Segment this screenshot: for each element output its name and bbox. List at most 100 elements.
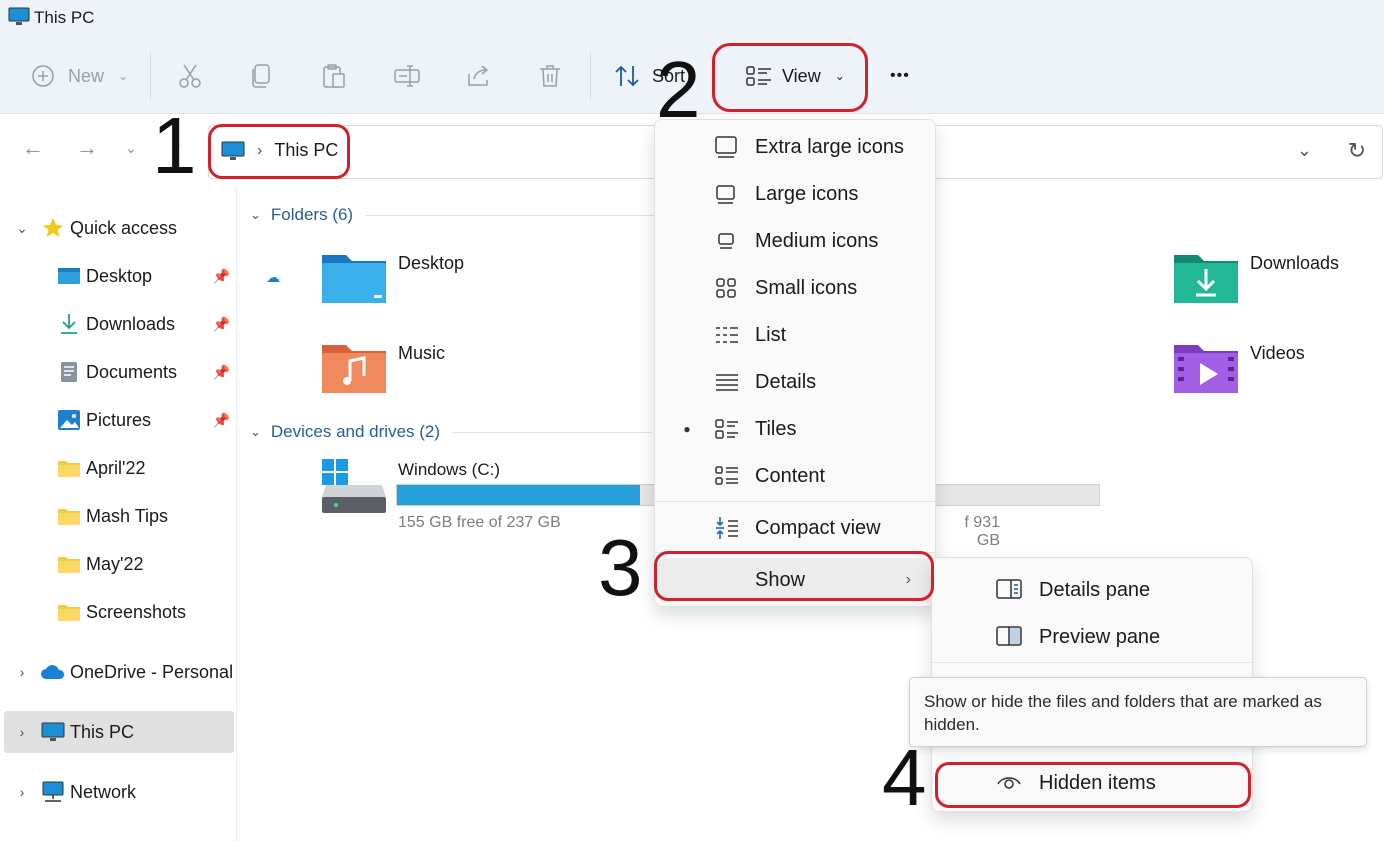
sidebar-item-documents[interactable]: Documents 📌 [4, 351, 234, 393]
refresh-icon[interactable]: ↻ [1348, 138, 1366, 164]
annotation-outline-breadcrumb [208, 124, 350, 179]
chevron-right-icon[interactable]: › [4, 784, 40, 800]
step-number-4: 4 [882, 733, 927, 822]
hidden-items-tooltip: Show or hide the files and folders that … [909, 677, 1367, 747]
folder-tile-videos[interactable]: Videos [1174, 341, 1305, 393]
chevron-right-icon[interactable]: › [4, 724, 40, 740]
group-header-label: Devices and drives (2) [270, 422, 441, 441]
folder-tile-desktop[interactable]: Desktop [322, 251, 464, 303]
videos-folder-icon [1174, 345, 1238, 393]
sidebar-item-label: Quick access [70, 217, 178, 238]
rename-icon [394, 65, 420, 87]
pin-icon[interactable]: 📌 [213, 316, 230, 333]
downloads-folder-icon [1174, 255, 1238, 303]
menu-item-compact-view[interactable]: Compact view [659, 506, 933, 550]
chevron-down-icon[interactable]: ⌄ [250, 424, 261, 440]
folder-icon [56, 505, 82, 527]
annotation-outline-view [712, 43, 868, 112]
share-button[interactable] [466, 56, 492, 96]
menu-item-tiles[interactable]: ● Tiles [659, 407, 933, 451]
sidebar-item-this-pc[interactable]: › This PC [4, 711, 234, 753]
menu-item-content[interactable]: Content [659, 454, 933, 498]
sidebar-item-april22[interactable]: April'22 [4, 447, 234, 489]
pin-icon[interactable]: 📌 [213, 412, 230, 429]
drive-free-space: 155 GB free of 237 GB [398, 514, 561, 531]
sidebar-item-may22[interactable]: May'22 [4, 543, 234, 585]
menu-item-medium-icons[interactable]: Medium icons [659, 219, 933, 263]
details-icon [715, 372, 755, 392]
sidebar-item-label: May'22 [86, 553, 144, 574]
chevron-down-icon[interactable]: ⌄ [4, 220, 40, 237]
menu-divider [932, 662, 1252, 663]
pin-icon[interactable]: 📌 [213, 364, 230, 381]
chevron-down-icon[interactable]: ⌄ [250, 207, 261, 223]
folder-label: Desktop [398, 253, 465, 273]
recent-locations-button[interactable]: ⌄ [116, 133, 146, 163]
submenu-item-details-pane[interactable]: Details pane [936, 568, 1250, 612]
tiles-icon [715, 418, 755, 440]
preview-pane-icon [996, 626, 1022, 652]
more-icon: ••• [890, 67, 910, 84]
group-header-folders[interactable]: ⌄ Folders (6) [250, 205, 656, 225]
step-number-2: 2 [656, 45, 701, 134]
sidebar-item-desktop[interactable]: Desktop 📌 [4, 255, 234, 297]
desktop-icon [56, 265, 82, 287]
folder-icon [56, 553, 82, 575]
sidebar-item-label: April'22 [86, 457, 146, 478]
menu-item-label: Small icons [755, 276, 858, 299]
menu-item-label: Tiles [755, 417, 797, 440]
menu-item-small-icons[interactable]: Small icons [659, 266, 933, 310]
group-header-drives[interactable]: ⌄ Devices and drives (2) [250, 422, 653, 442]
selected-bullet-icon: ● [683, 422, 691, 436]
folder-tile-music[interactable]: Music [322, 341, 445, 393]
submenu-item-preview-pane[interactable]: Preview pane [936, 615, 1250, 659]
cut-button[interactable] [178, 56, 202, 96]
forward-button[interactable]: → [72, 133, 102, 163]
new-label: New [68, 65, 105, 86]
sidebar-item-network[interactable]: › Network [4, 771, 234, 813]
this-pc-icon [8, 7, 30, 32]
sidebar-item-onedrive[interactable]: › OneDrive - Personal [4, 651, 234, 693]
chevron-right-icon[interactable]: › [4, 664, 40, 680]
sidebar-item-label: Documents [86, 361, 178, 382]
music-folder-icon [322, 345, 386, 393]
sort-icon [615, 65, 639, 87]
more-options-button[interactable]: ••• [890, 56, 910, 96]
pictures-icon [56, 409, 82, 431]
menu-item-list[interactable]: List [659, 313, 933, 357]
plus-circle-icon [32, 65, 54, 87]
paste-icon [323, 64, 345, 88]
sidebar-item-pictures[interactable]: Pictures 📌 [4, 399, 234, 441]
back-button[interactable]: ← [18, 133, 48, 163]
menu-divider [655, 501, 935, 502]
menu-item-large-icons[interactable]: Large icons [659, 172, 933, 216]
sidebar-item-label: Screenshots [86, 601, 187, 622]
delete-button[interactable] [538, 56, 562, 96]
annotation-outline-show [654, 551, 934, 601]
window-title: This PC [34, 8, 95, 27]
folder-tile-downloads[interactable]: Downloads [1174, 251, 1339, 303]
folder-label: Videos [1250, 343, 1305, 363]
submenu-item-label: Details pane [1039, 578, 1151, 601]
menu-item-details[interactable]: Details [659, 360, 933, 404]
sidebar-item-downloads[interactable]: Downloads 📌 [4, 303, 234, 345]
annotation-outline-hidden-items [935, 762, 1251, 808]
folder-icon [56, 457, 82, 479]
sidebar-item-screenshots[interactable]: Screenshots [4, 591, 234, 633]
chevron-down-icon[interactable]: ⌄ [1297, 140, 1312, 161]
sidebar-item-mash-tips[interactable]: Mash Tips [4, 495, 234, 537]
toolbar-divider [150, 52, 151, 100]
scissors-icon [179, 64, 201, 88]
sidebar-item-quick-access[interactable]: ⌄ Quick access [4, 207, 234, 249]
rename-button[interactable] [394, 56, 420, 96]
group-divider [452, 431, 653, 433]
paste-button[interactable] [322, 56, 346, 96]
menu-item-label: Details [755, 370, 817, 393]
onedrive-icon [40, 661, 66, 683]
medium-icons-icon [715, 230, 755, 252]
drive-tile-c[interactable] [322, 459, 386, 515]
pin-icon[interactable]: 📌 [213, 268, 230, 285]
copy-button[interactable] [250, 56, 272, 96]
new-button[interactable]: New ⌄ [32, 56, 128, 96]
network-icon [40, 781, 66, 803]
